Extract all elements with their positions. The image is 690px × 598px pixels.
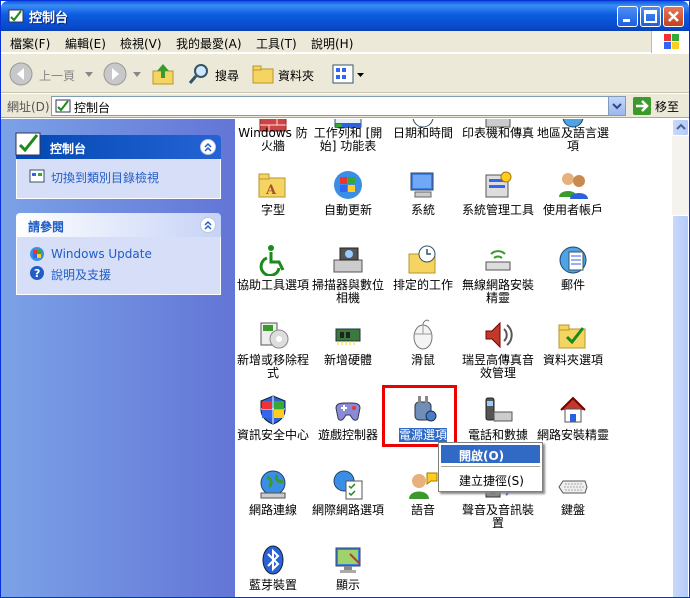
- wireless-icon: [482, 244, 514, 276]
- home-network-icon: [557, 394, 589, 426]
- close-button[interactable]: [663, 6, 684, 27]
- address-label: 網址(D): [7, 100, 50, 114]
- menu-favorites[interactable]: 我的最愛(A): [176, 35, 242, 52]
- maximize-button[interactable]: [640, 6, 661, 27]
- accessibility-icon: [257, 244, 289, 277]
- minimize-button[interactable]: [617, 6, 638, 27]
- chevron-down-icon: [612, 103, 622, 110]
- context-menu: 開啟(O) 建立捷徑(S): [438, 442, 543, 492]
- scroll-up-button[interactable]: [672, 119, 689, 136]
- mouse-icon: [407, 319, 439, 351]
- fonts-folder-icon: A: [257, 169, 289, 201]
- forward-dropdown-icon[interactable]: [133, 72, 141, 78]
- scroll-thumb[interactable]: [672, 215, 689, 597]
- control-panel-icon: [8, 9, 24, 23]
- go-label[interactable]: 移至: [655, 98, 679, 115]
- control-panel-items: Windows 防火牆 工作列和 [開始] 功能表 日期和時間 印表機和傳真 地…: [235, 119, 672, 597]
- windows-update-icon: [30, 247, 44, 261]
- admin-tools-icon: [482, 169, 514, 201]
- context-menu-open[interactable]: 開啟(O): [441, 445, 540, 463]
- menu-help[interactable]: 說明(H): [311, 35, 353, 52]
- shield-icon: [257, 394, 289, 426]
- category-view-icon: [29, 169, 45, 183]
- control-panel-panel-header[interactable]: 控制台: [15, 132, 221, 159]
- add-remove-programs-icon: [257, 319, 289, 351]
- double-chevron-up-icon: [204, 142, 212, 152]
- computer-icon: [407, 169, 439, 201]
- windows-logo: [651, 31, 689, 53]
- title-bar[interactable]: 控制台: [1, 1, 689, 31]
- gamepad-icon: [332, 394, 364, 426]
- internet-options-icon: [332, 469, 364, 501]
- control-panel-large-icon: [15, 132, 41, 156]
- up-button[interactable]: [151, 61, 177, 87]
- see-also-panel: Windows Update ? 說明及支援: [16, 237, 221, 295]
- menu-bar: 檔案(F) 編輯(E) 檢視(V) 我的最愛(A) 工具(T) 說明(H): [1, 31, 689, 53]
- see-also-panel-header[interactable]: 請參閱: [16, 213, 221, 237]
- folders-icon: [252, 65, 274, 84]
- display-icon: [332, 544, 364, 576]
- bluetooth-icon: [257, 544, 289, 576]
- window-title: 控制台: [29, 11, 69, 26]
- windows-update-globe-icon: [332, 169, 364, 201]
- vertical-scrollbar[interactable]: [672, 119, 689, 597]
- maximize-icon: [644, 10, 657, 23]
- search-icon: [188, 64, 208, 84]
- collapse-button[interactable]: [200, 217, 216, 233]
- close-icon: [668, 11, 679, 22]
- task-pane: 控制台 切換到類別目錄檢視 請參閱 Windows Update ? 說明及支援: [1, 119, 235, 597]
- speech-icon: [407, 469, 439, 501]
- switch-to-category-view-link[interactable]: 切換到類別目錄檢視: [29, 168, 159, 189]
- toolbar: 上一頁 搜尋 資料夾: [1, 54, 689, 93]
- address-dropdown-button[interactable]: [608, 97, 625, 115]
- menu-tools[interactable]: 工具(T): [256, 35, 297, 52]
- address-bar: 網址(D) 控制台 移至: [1, 94, 689, 118]
- speaker-icon: [482, 319, 514, 351]
- scanner-camera-icon: [332, 244, 364, 276]
- go-button[interactable]: [633, 97, 651, 115]
- svg-text:?: ?: [34, 267, 40, 280]
- help-icon: ?: [30, 266, 44, 280]
- search-button[interactable]: 搜尋: [187, 61, 247, 87]
- minimize-icon: [623, 19, 630, 22]
- forward-button[interactable]: [103, 61, 129, 87]
- mail-icon: [557, 244, 589, 276]
- help-and-support-link[interactable]: ? 說明及支援: [29, 265, 111, 284]
- back-dropdown-icon[interactable]: [85, 72, 93, 78]
- double-chevron-up-icon: [204, 220, 212, 230]
- go-arrow-icon: [636, 100, 649, 112]
- network-globe-icon: [257, 469, 289, 501]
- scheduled-tasks-icon: [407, 244, 439, 276]
- windows-flag-icon: [664, 34, 679, 49]
- control-panel-panel: 切換到類別目錄檢視: [16, 159, 221, 199]
- menu-view[interactable]: 檢視(V): [120, 35, 162, 52]
- chevron-up-icon: [676, 123, 686, 130]
- back-button[interactable]: 上一頁: [9, 61, 85, 87]
- control-panel-small-icon: [55, 99, 71, 113]
- back-arrow-icon: [9, 62, 33, 86]
- keyboard-icon: [557, 469, 589, 501]
- add-hardware-icon: [332, 319, 364, 351]
- context-menu-separator: [441, 466, 540, 467]
- address-input[interactable]: 控制台: [51, 96, 626, 116]
- folder-options-icon: [557, 319, 589, 351]
- users-icon: [557, 169, 589, 201]
- windows-update-link[interactable]: Windows Update: [29, 246, 152, 265]
- menu-file[interactable]: 檔案(F): [10, 35, 50, 52]
- svg-text:A: A: [265, 183, 277, 198]
- phone-modem-icon: [482, 394, 514, 426]
- highlight-box: [382, 385, 457, 447]
- context-menu-create-shortcut[interactable]: 建立捷徑(S): [441, 470, 540, 488]
- folders-button[interactable]: 資料夾: [251, 61, 321, 87]
- folder-up-icon: [152, 64, 174, 85]
- forward-arrow-icon: [103, 62, 127, 86]
- window: 控制台 檔案(F) 編輯(E) 檢視(V) 我的最愛(A) 工具(T) 說明(H…: [0, 0, 690, 598]
- views-button[interactable]: [331, 61, 367, 87]
- collapse-button[interactable]: [200, 139, 216, 155]
- menu-edit[interactable]: 編輯(E): [65, 35, 106, 52]
- views-icon: [332, 64, 364, 84]
